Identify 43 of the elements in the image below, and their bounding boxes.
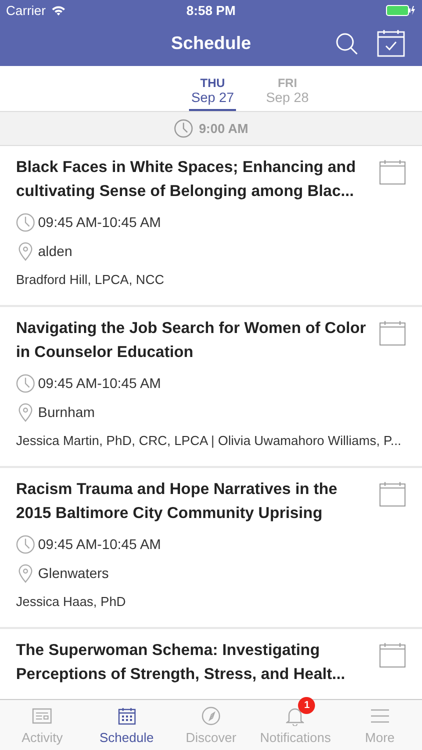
compass-icon	[201, 706, 222, 726]
location-pin-icon	[16, 402, 35, 422]
session-card[interactable]: Racism Trauma and Hope Narratives in the 2015 Baltimore City Community Uprising 09:45 AM-10:45 AM Glenwaters Jessica Haas, PhD	[0, 468, 422, 629]
clock-icon	[16, 534, 35, 554]
session-title: Black Faces in White Spaces; Enhancing and cultivating Sense of Belonging among Blac...	[16, 158, 357, 202]
session-location: Burnham	[38, 404, 95, 420]
clock-icon	[16, 374, 35, 392]
session-location: Glenwaters	[38, 565, 109, 581]
bell-icon	[286, 706, 304, 726]
session-time: 09:45 AM-10:45 AM	[38, 375, 161, 391]
menu-icon	[370, 708, 390, 724]
calendar-icon[interactable]	[379, 642, 406, 668]
calendar-icon[interactable]	[379, 159, 406, 185]
session-title: The Superwoman Schema: Investigating Perceptions of Strength, Stress, and Healt...	[16, 641, 346, 685]
calendar-icon[interactable]	[379, 320, 406, 346]
calendar-icon	[118, 707, 136, 725]
session-speakers: Bradford Hill, LPCA, NCC	[16, 271, 164, 289]
tab-bar-item[interactable]: Schedule	[84, 700, 169, 750]
location-pin-icon	[16, 564, 35, 582]
wifi-icon	[50, 4, 66, 16]
battery-icon	[386, 4, 416, 16]
carrier-label: Carrier	[6, 2, 46, 18]
tab-bar-item[interactable]: 1 Notifications	[253, 700, 338, 750]
location-pin-icon	[16, 242, 35, 260]
session-card[interactable]: Black Faces in White Spaces; Enhancing and cultivating Sense of Belonging among Blac... 09:45 AM-10:45 AM alden Bradford Hill, LPCA, NCC	[0, 146, 422, 307]
session-title: Navigating the Job Search for Women of Color in Counselor Education	[16, 319, 367, 363]
clock-icon	[16, 212, 35, 232]
clock-time: 8:58 PM	[186, 2, 236, 18]
screen-title: Schedule	[170, 32, 252, 54]
session-title: Racism Trauma and Hope Narratives in the 2015 Baltimore City Community Uprising	[16, 480, 338, 524]
session-time: 09:45 AM-10:45 AM	[38, 214, 161, 230]
notification-badge: 1	[298, 697, 316, 714]
time-label: 9:00 AM	[198, 121, 248, 136]
session-time: 09:45 AM-10:45 AM	[38, 536, 161, 552]
session-location: alden	[38, 243, 72, 259]
calendar-icon[interactable]	[379, 481, 406, 507]
clock-icon	[174, 119, 193, 138]
session-speakers: Jessica Haas, PhD	[16, 593, 126, 611]
card-icon	[32, 708, 52, 724]
search-icon[interactable]	[335, 32, 359, 56]
calendar-check-icon[interactable]	[377, 29, 405, 57]
session-card[interactable]: Navigating the Job Search for Women of Color in Counselor Education 09:45 AM-10:45 AM Burnham Jessica Martin, PhD, CRC, LPCA | Olivia Uwamahoro Williams, P...	[0, 307, 422, 468]
session-speakers: Jessica Martin, PhD, CRC, LPCA | Olivia Uwamahoro Williams, P...	[16, 432, 402, 450]
